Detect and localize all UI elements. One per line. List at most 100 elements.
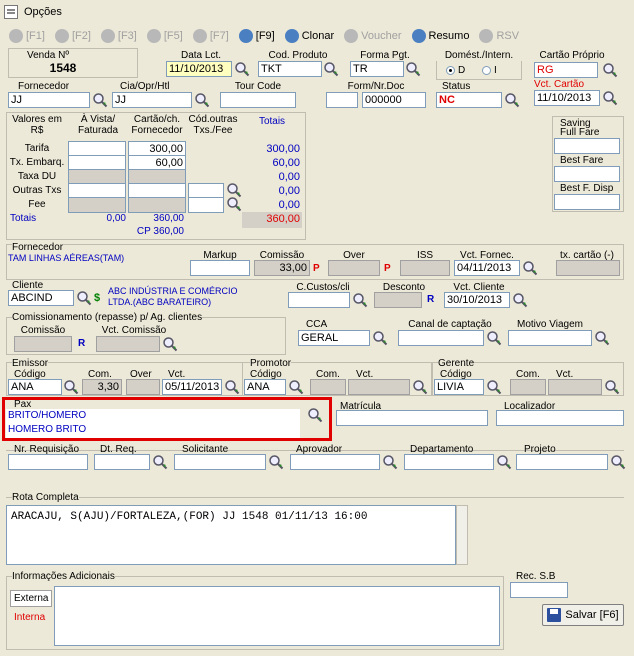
cartao-input[interactable] [128, 197, 186, 213]
localizador-input[interactable] [496, 410, 624, 426]
departamento-search-icon[interactable] [496, 454, 512, 470]
best-disp-input[interactable] [554, 194, 620, 210]
comissao-p-flag[interactable]: P [313, 263, 320, 274]
rota-scrollbar[interactable] [456, 505, 468, 565]
matricula-input[interactable] [336, 410, 488, 426]
departamento-input[interactable] [404, 454, 494, 470]
forma-pgt-search-icon[interactable] [405, 61, 421, 77]
toolbar-resumo-button[interactable]: Resumo [409, 26, 473, 46]
comissionamento-vct-search-icon[interactable] [162, 336, 178, 352]
vct-cartao-search-icon[interactable] [602, 90, 618, 106]
promotor-vct-search-icon[interactable] [412, 379, 428, 395]
toolbar-next-button[interactable]: [F2] [52, 26, 94, 46]
promotor-vct-input[interactable] [348, 379, 410, 395]
cca-input[interactable]: GERAL [298, 330, 370, 346]
full-fare-input[interactable] [554, 138, 620, 154]
toolbar-back-button[interactable]: [F1] [6, 26, 48, 46]
gerente-vct-search-icon[interactable] [604, 379, 620, 395]
toolbar-voucher-button[interactable]: Voucher [341, 26, 404, 46]
aprovador-input[interactable] [290, 454, 380, 470]
vct-cliente-search-icon[interactable] [512, 292, 528, 308]
aprovador-search-icon[interactable] [382, 454, 398, 470]
rota-textarea[interactable]: ARACAJU, S(AJU)/FORTALEZA,(FOR) JJ 1548 … [6, 505, 456, 565]
vct-fornec-input[interactable]: 04/11/2013 [454, 260, 520, 276]
iss-input[interactable] [400, 260, 450, 276]
promotor-com-input[interactable] [310, 379, 346, 395]
dt-req-search-icon[interactable] [152, 454, 168, 470]
domest-radio-i[interactable]: I [482, 65, 497, 76]
fornecedor-top-search-icon[interactable] [92, 92, 108, 108]
best-fare-input[interactable] [554, 166, 620, 182]
rec-sb-input[interactable] [510, 582, 568, 598]
toolbar-add-button[interactable]: [F3] [98, 26, 140, 46]
toolbar-edit-button[interactable]: [F5] [144, 26, 186, 46]
cartao-proprio-input[interactable]: RG [534, 62, 598, 78]
vct-cliente-input[interactable]: 30/10/2013 [444, 292, 510, 308]
desconto-r-flag[interactable]: R [427, 294, 434, 305]
radio-i-icon[interactable] [482, 65, 491, 75]
cia-input[interactable]: JJ [112, 92, 192, 108]
radio-d-icon[interactable] [446, 65, 455, 75]
markup-input[interactable] [190, 260, 250, 276]
form-input[interactable] [326, 92, 358, 108]
over-p-flag[interactable]: P [384, 263, 391, 274]
codout-search-icon[interactable] [226, 196, 242, 212]
comissao-input[interactable]: 33,00 [254, 260, 310, 276]
tour-code-input[interactable] [220, 92, 296, 108]
cliente-input[interactable]: ABCIND [8, 290, 74, 306]
domest-radio-d[interactable]: D [446, 65, 465, 76]
fornecedor-top-input[interactable]: JJ [8, 92, 90, 108]
comissionamento-r-flag[interactable]: R [78, 338, 85, 349]
nr-doc-input[interactable]: 000000 [362, 92, 426, 108]
nr-requisicao-input[interactable] [8, 454, 88, 470]
comissionamento-vct-input[interactable] [96, 336, 160, 352]
data-lct-search-icon[interactable] [234, 61, 250, 77]
status-search-icon[interactable] [504, 92, 520, 108]
status-input[interactable]: NC [436, 92, 502, 108]
cod-produto-input[interactable]: TKT [258, 61, 322, 77]
data-lct-input[interactable]: 11/10/2013 [166, 61, 232, 77]
tab-externa[interactable]: Externa [10, 590, 53, 607]
gerente-vct-input[interactable] [548, 379, 602, 395]
projeto-search-icon[interactable] [610, 454, 626, 470]
salvar-button[interactable]: Salvar [F6] [542, 604, 624, 626]
toolbar-print-button[interactable]: [F9] [236, 26, 278, 46]
motivo-search-icon[interactable] [594, 330, 610, 346]
desconto-input[interactable] [374, 292, 422, 308]
cartao-proprio-search-icon[interactable] [602, 62, 618, 78]
toolbar-clone-button[interactable]: Clonar [282, 26, 337, 46]
ccustos-search-icon[interactable] [352, 292, 368, 308]
dt-req-input[interactable] [94, 454, 150, 470]
cca-search-icon[interactable] [372, 330, 388, 346]
promotor-search-icon[interactable] [288, 379, 304, 395]
emissor-vct-input[interactable]: 05/11/2013 [162, 379, 222, 395]
projeto-input[interactable] [516, 454, 608, 470]
emissor-com-input[interactable]: 3,30 [82, 379, 122, 395]
emissor-over-input[interactable] [126, 379, 160, 395]
info-textarea[interactable] [54, 586, 500, 646]
gerente-com-input[interactable] [510, 379, 546, 395]
emissor-vct-search-icon[interactable] [224, 379, 240, 395]
canal-input[interactable] [398, 330, 484, 346]
toolbar-rsv-button[interactable]: RSV [476, 26, 522, 46]
promotor-codigo-input[interactable]: ANA [244, 379, 286, 395]
gerente-codigo-input[interactable]: LIVIA [434, 379, 484, 395]
ccustos-input[interactable] [288, 292, 350, 308]
emissor-search-icon[interactable] [63, 379, 79, 395]
emissor-codigo-input[interactable]: ANA [8, 379, 62, 395]
vct-fornec-search-icon[interactable] [522, 260, 538, 276]
motivo-input[interactable] [508, 330, 592, 346]
solicitante-search-icon[interactable] [268, 454, 284, 470]
over-input[interactable] [328, 260, 380, 276]
tx-cartao-input[interactable] [556, 260, 620, 276]
forma-pgt-input[interactable]: TR [350, 61, 404, 77]
toolbar-search-button[interactable]: [F7] [190, 26, 232, 46]
cia-search-icon[interactable] [194, 92, 210, 108]
tab-interna[interactable]: Interna [14, 612, 45, 623]
solicitante-input[interactable] [174, 454, 266, 470]
codout-input[interactable] [188, 197, 224, 213]
gerente-search-icon[interactable] [486, 379, 502, 395]
canal-search-icon[interactable] [486, 330, 502, 346]
dollar-icon[interactable]: $ [94, 293, 100, 304]
vct-cartao-input[interactable]: 11/10/2013 [534, 90, 600, 106]
